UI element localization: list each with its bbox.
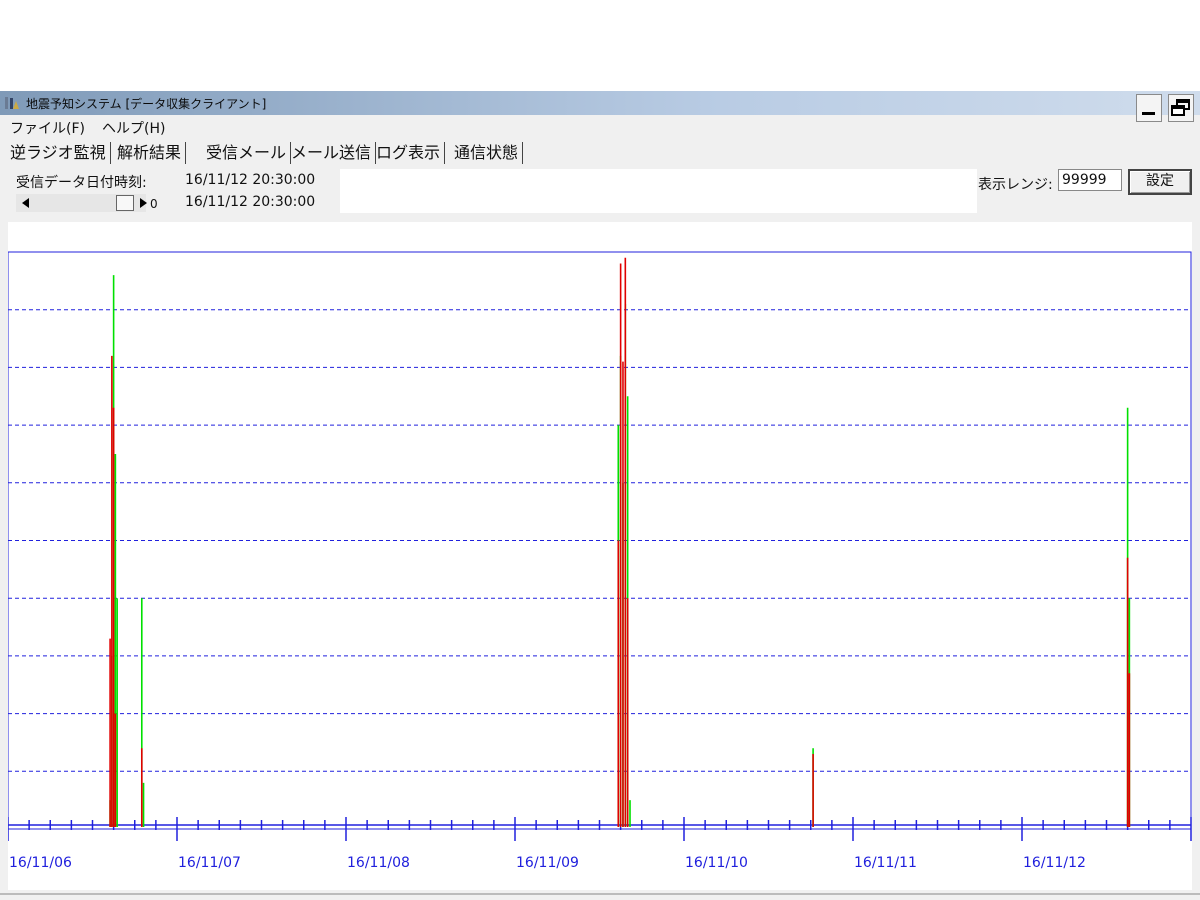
waveform-chart: 16/11/06 16/11/07 16/11/08 16/11/09 16/11/10… [7,251,1192,871]
app-icon [5,97,19,109]
x-tick-label: 16/11/09 [516,855,579,871]
received-datetime-label: 受信データ日付時刻: [16,175,147,191]
tab-send-mail[interactable]: メール送信 [291,142,377,164]
menu-help[interactable]: ヘルプ(H) [102,118,165,138]
tab-analysis-results[interactable]: 解析結果 [117,142,187,164]
slider-thumb[interactable] [116,195,134,211]
x-tick-label: 16/11/07 [178,855,241,871]
menu-bar: ファイル(F) ヘルプ(H) [0,115,1200,137]
x-tick-label: 16/11/10 [685,855,748,871]
status-bar-edge [0,893,1200,895]
tab-received-mail[interactable]: 受信メール [206,142,292,164]
x-tick-label: 16/11/11 [854,855,917,871]
received-datetime-value: 16/11/12 20:30:00 [185,172,316,188]
time-slider[interactable] [16,194,146,212]
set-button[interactable]: 設定 [1128,169,1192,195]
info-box [340,169,977,213]
display-range-label: 表示レンジ: [978,177,1053,193]
control-panel: 受信データ日付時刻: 16/11/12 20:30:00 0 16/11/12 … [8,169,1192,215]
arrow-left-icon[interactable] [22,198,29,208]
tab-comm-status[interactable]: 通信状態 [454,142,524,164]
x-tick-label: 16/11/12 [1023,855,1086,871]
tab-log-view[interactable]: ログ表示 [376,142,446,164]
tab-reverse-radio-monitor[interactable]: 逆ラジオ監視 [10,142,111,164]
tab-strip: 逆ラジオ監視 解析結果 受信メール メール送信 ログ表示 通信状態 [0,140,560,168]
chart-area: 16/11/06 16/11/07 16/11/08 16/11/09 16/11/10… [7,222,1192,890]
app-window: 地震予知システム [データ収集クライアント] ファイル(F) ヘルプ(H) 逆ラ… [0,91,1200,900]
slider-value: 0 [150,197,158,211]
menu-file[interactable]: ファイル(F) [10,118,85,138]
display-range-input[interactable] [1058,169,1122,191]
x-tick-label: 16/11/08 [347,855,410,871]
slider-datetime: 16/11/12 20:30:00 [185,194,316,210]
window-title: 地震予知システム [データ収集クライアント] [26,97,267,111]
x-tick-label: 16/11/06 [9,855,72,871]
title-bar: 地震予知システム [データ収集クライアント] [0,91,1200,122]
arrow-right-icon[interactable] [140,198,147,208]
